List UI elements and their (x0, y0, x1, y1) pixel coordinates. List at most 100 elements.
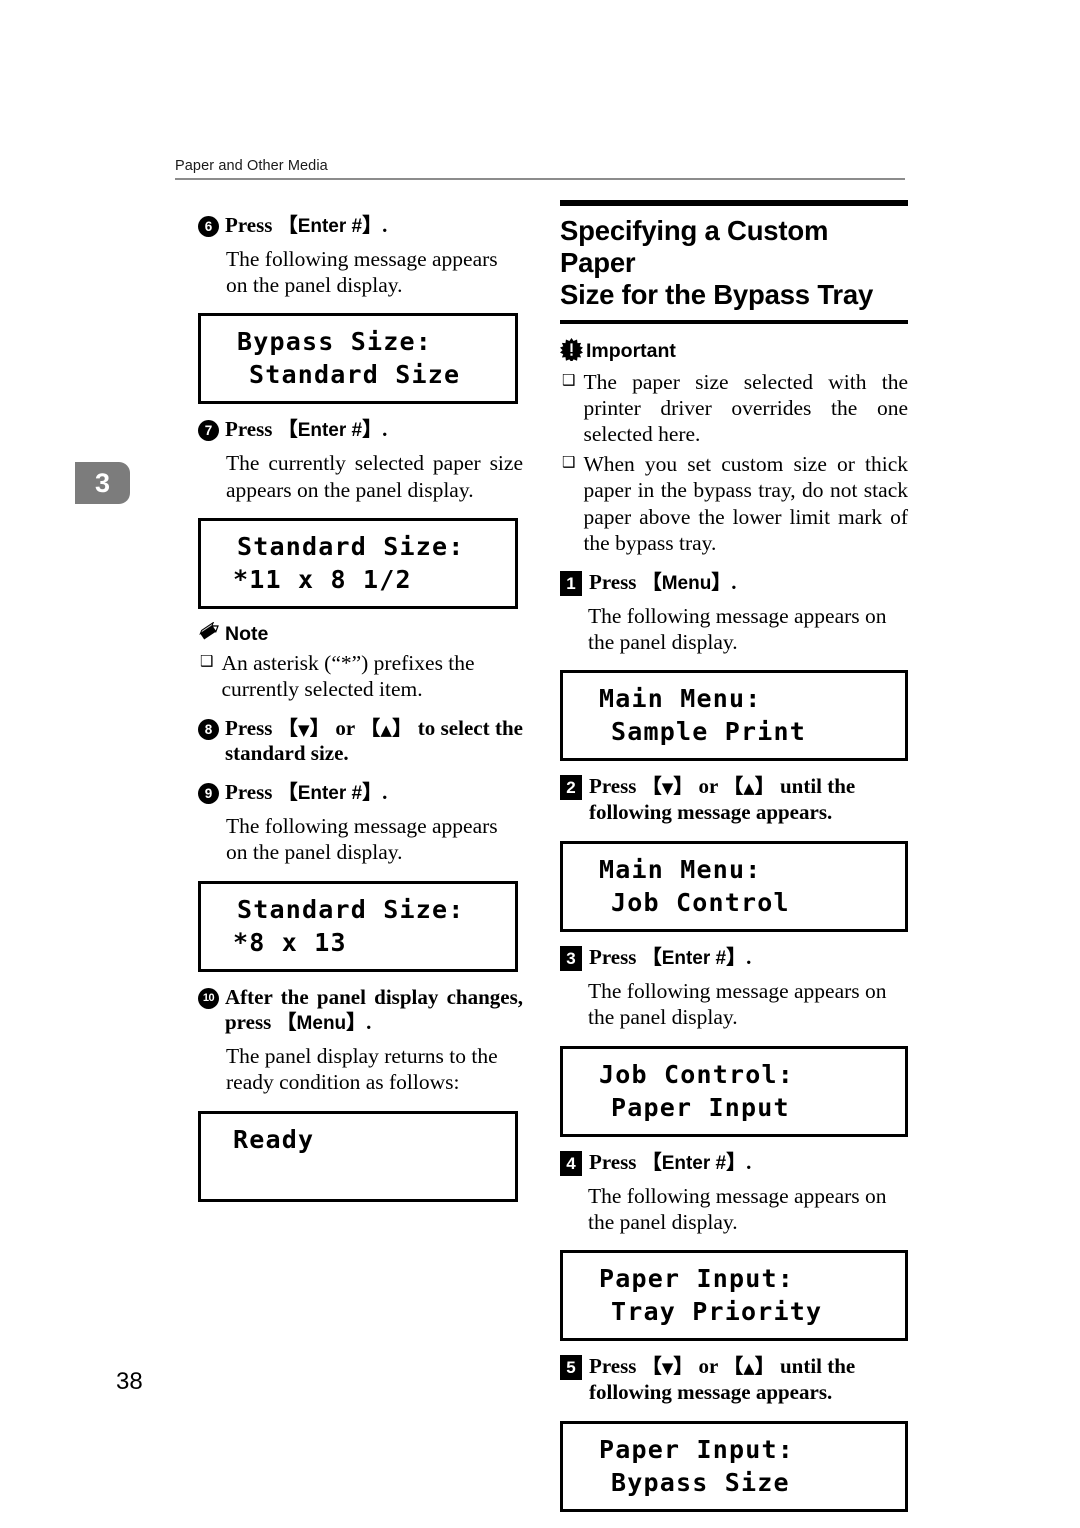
lcd-panel-job-control-paper-input: Job Control: Paper Input (560, 1045, 908, 1137)
bracket-open-icon: 【 (360, 715, 381, 740)
bracket-open-icon: 【 (641, 944, 662, 969)
lcd-line-1: Paper Input: (599, 1434, 795, 1464)
lcd-line-1: Standard Size: (237, 531, 465, 561)
lcd-line-1: Bypass Size: (237, 327, 433, 357)
important-item: ❑ The paper size selected with the print… (560, 369, 908, 448)
key-label: Enter # (297, 216, 363, 237)
section-title-line-2: Size for the Bypass Tray (560, 279, 874, 311)
bracket-open-icon: 【 (723, 1354, 744, 1379)
step-instruction-verb: Press (589, 944, 637, 969)
bracket-open-icon: 【 (641, 1149, 662, 1174)
step-9-description: The following message appears on the pan… (226, 813, 498, 865)
step-instruction-verb: Press (225, 417, 273, 442)
step-instruction: Press 【Enter #】. (225, 780, 523, 806)
lcd-line-2: Bypass Size (611, 1467, 790, 1497)
lcd-panel-standard-size-11x8: Standard Size: *11 x 8 1/2 (198, 517, 518, 609)
bracket-open-icon: 【 (277, 417, 298, 442)
lcd-line-2: Paper Input (611, 1092, 790, 1122)
bracket-close-icon: 】 (754, 1354, 775, 1379)
step-4-description: The following message appears on the pan… (588, 1183, 887, 1234)
step-instruction-verb: Press (225, 780, 273, 805)
arrow-down-icon: ▼ (298, 720, 310, 739)
step-number-badge: 1 (560, 570, 582, 596)
lcd-line-1: Main Menu: (599, 684, 762, 714)
arrow-down-icon: ▼ (661, 1359, 674, 1378)
step-6-description: The following message appears on the pan… (226, 246, 498, 298)
bracket-close-icon: 】 (673, 1354, 694, 1379)
step-instruction-conjunction: or (698, 1354, 718, 1379)
key-label: Enter # (661, 1152, 727, 1174)
step-7-description: The currently selected paper size appear… (226, 451, 523, 502)
step-instruction-punct: . (382, 780, 388, 805)
bracket-close-icon: 】 (392, 715, 413, 740)
step-instruction-conjunction: or (335, 715, 355, 740)
bracket-close-icon: 】 (711, 569, 732, 594)
important-item-text: The paper size selected with the printer… (583, 369, 908, 447)
left-column: 6 Press 【Enter #】. The following message… (198, 200, 523, 1210)
section-title: Specifying a Custom Paper Size for the B… (560, 215, 908, 312)
bracket-close-icon: 】 (754, 774, 775, 799)
key-label: Enter # (661, 947, 727, 969)
step-instruction: Press 【▼】 or 【▲】 until the following mes… (589, 1354, 908, 1405)
step-9: 9 Press 【Enter #】. (198, 780, 523, 806)
running-header: Paper and Other Media (175, 158, 905, 180)
step-number-badge: 8 (198, 718, 219, 740)
pencil-icon (198, 621, 222, 647)
step-instruction-punct: . (382, 213, 388, 237)
step-instruction-verb: Press (589, 1149, 637, 1174)
step-number-badge: 2 (560, 775, 582, 801)
bracket-close-icon: 】 (726, 944, 747, 969)
step-instruction-punct: . (382, 417, 388, 442)
lcd-line-2: Tray Priority (611, 1297, 823, 1327)
lcd-line-2-empty (211, 1156, 505, 1189)
step-number-badge: 5 (560, 1355, 582, 1381)
important-item: ❑ When you set custom size or thick pape… (560, 451, 908, 557)
lcd-line-2: *8 x 13 (233, 927, 347, 957)
step-instruction-verb: Press (589, 774, 637, 799)
step-1-description: The following message appears on the pan… (588, 603, 887, 655)
step-instruction-verb: After the panel display changes, press (225, 984, 523, 1035)
bracket-close-icon: 】 (362, 213, 383, 237)
important-callout-header: Important (560, 337, 908, 366)
lcd-line-1: Paper Input: (599, 1264, 795, 1294)
square-bullet-icon: ❑ (562, 452, 576, 471)
chapter-tab-number: 3 (94, 467, 111, 498)
bracket-open-icon: 【 (277, 715, 299, 740)
bracket-close-icon: 】 (346, 1010, 367, 1035)
step-instruction: Press 【Enter #】. (589, 1150, 908, 1176)
square-bullet-icon: ❑ (200, 651, 214, 670)
note-callout-header: Note (198, 621, 523, 647)
bracket-open-icon: 【 (641, 774, 662, 799)
step-2: 2 Press 【▼】 or 【▲】 until the following m… (560, 774, 908, 825)
lcd-line-1: Standard Size: (237, 894, 465, 924)
lcd-panel-paper-input-tray-priority: Paper Input: Tray Priority (560, 1250, 908, 1342)
step-1: 1 Press 【Menu】. (560, 570, 908, 596)
lcd-panel-paper-input-bypass-size: Paper Input: Bypass Size (560, 1420, 908, 1512)
section-title-block: Specifying a Custom Paper Size for the B… (560, 200, 908, 324)
lcd-panel-standard-size-8x13: Standard Size: *8 x 13 (198, 880, 518, 972)
step-8: 8 Press 【▼】 or 【▲】 to select the standar… (198, 716, 523, 767)
step-instruction: Press 【Enter #】. (225, 213, 523, 239)
square-bullet-icon: ❑ (562, 370, 576, 389)
step-instruction: Press 【▼】 or 【▲】 until the following mes… (589, 774, 908, 825)
lcd-line-1: Ready (233, 1124, 315, 1154)
step-number-badge: 7 (198, 420, 219, 442)
step-instruction-punct: . (746, 1149, 752, 1174)
page-number: 38 (116, 1368, 143, 1395)
lcd-line-2: Standard Size (249, 360, 461, 390)
step-3: 3 Press 【Enter #】. (560, 945, 908, 971)
bracket-open-icon: 【 (723, 774, 744, 799)
bracket-open-icon: 【 (277, 213, 298, 237)
step-instruction-conjunction: or (698, 774, 718, 799)
lcd-panel-bypass-size: Bypass Size: Standard Size (198, 313, 518, 405)
chapter-tab: 3 (75, 462, 130, 504)
note-label: Note (225, 622, 269, 645)
key-label: Enter # (297, 420, 363, 442)
step-6: 6 Press 【Enter #】. (198, 213, 523, 239)
important-item-text: When you set custom size or thick paper … (583, 451, 908, 556)
bracket-open-icon: 【 (277, 780, 298, 805)
lcd-line-1: Main Menu: (599, 854, 762, 884)
lcd-line-2: *11 x 8 1/2 (233, 564, 412, 594)
lcd-line-2: Sample Print (611, 717, 807, 747)
bracket-open-icon: 【 (641, 1354, 662, 1379)
